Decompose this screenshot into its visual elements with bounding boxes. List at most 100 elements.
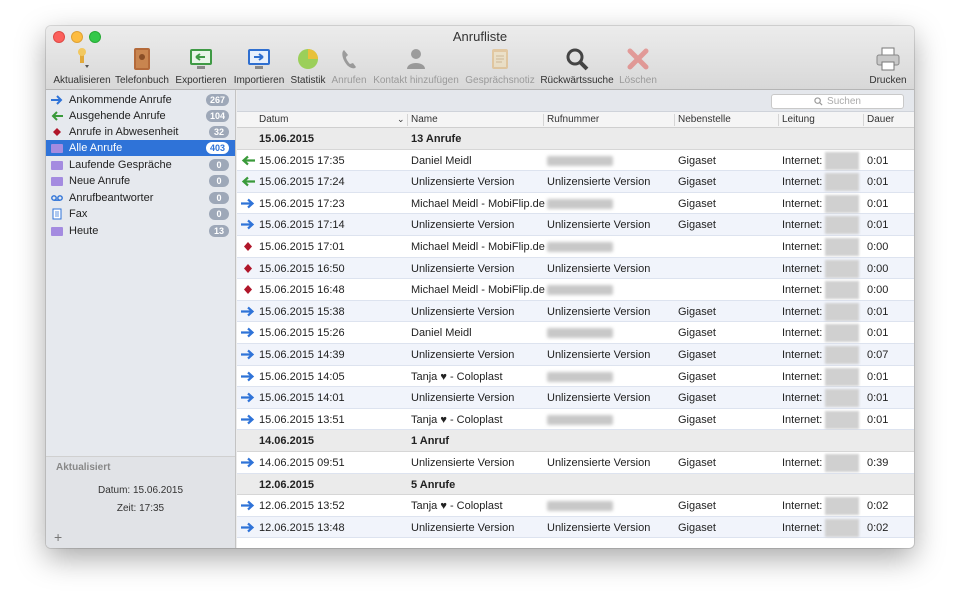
caller-name: Unlizensierte Version — [411, 392, 515, 405]
missed-diamond-icon — [241, 284, 255, 295]
column-divider[interactable] — [543, 114, 544, 126]
count-badge: 0 — [209, 208, 229, 220]
table-row[interactable]: 12.06.2015 13:48 Unlizensierte Version Unl… — [237, 516, 914, 539]
column-header-number[interactable]: Rufnummer — [547, 114, 599, 125]
incoming-arrow-icon — [241, 349, 255, 360]
call-date: 15.06.2015 14:01 — [259, 392, 345, 405]
table-row[interactable]: 14.06.2015 09:51 Unlizensierte Version Unl… — [237, 452, 914, 474]
column-divider[interactable] — [863, 114, 864, 126]
incoming-arrow-icon — [241, 457, 255, 468]
table-row[interactable]: 15.06.2015 16:50 Unlizensierte Version Unl… — [237, 257, 914, 280]
toolbar: Anrufliste Aktualisieren Telefonbuch Exp… — [46, 26, 914, 90]
incoming-arrow-icon — [241, 371, 255, 382]
column-header-line[interactable]: Leitung — [782, 114, 815, 125]
column-divider[interactable] — [674, 114, 675, 126]
call-button[interactable]: Anrufen — [330, 46, 368, 88]
table-row[interactable]: 15.06.2015 13:51 Tanja ♥ - Coloplast Gigas… — [237, 409, 914, 431]
column-divider[interactable] — [407, 114, 408, 126]
column-header-name[interactable]: Name — [411, 114, 438, 125]
column-header-duration[interactable]: Dauer — [867, 114, 894, 125]
sidebar: Ankommende Anrufe 267 Ausgehende Anrufe … — [46, 90, 236, 548]
table-row[interactable]: 15.06.2015 17:01 Michael Meidl - MobiFlip… — [237, 236, 914, 258]
add-button[interactable]: + — [54, 529, 62, 545]
folder-icon — [51, 142, 63, 154]
search-input[interactable]: Suchen — [771, 94, 904, 109]
duration: 0:00 — [867, 262, 889, 275]
table-row[interactable]: 15.06.2015 14:39 Unlizensierte Version Unl… — [237, 344, 914, 366]
caller-name: Unlizensierte Version — [411, 305, 515, 318]
caller-number: Unlizensierte Version — [547, 521, 651, 534]
redacted-line — [825, 194, 859, 213]
call-date: 15.06.2015 14:39 — [259, 349, 345, 361]
table-row[interactable]: 15.06.2015 17:24 Unlizensierte Version Unl… — [237, 171, 914, 193]
duration: 0:01 — [867, 413, 889, 426]
phonebook-button[interactable]: Telefonbuch — [115, 46, 169, 88]
incoming-arrow-icon — [241, 219, 255, 230]
table-row[interactable]: 15.06.2015 17:14 Unlizensierte Version Unl… — [237, 214, 914, 236]
call-date: 12.06.2015 13:48 — [259, 521, 345, 534]
refresh-button[interactable]: Aktualisieren — [53, 46, 111, 88]
table-row[interactable]: 15.06.2015 17:35 Daniel Meidl Gigaset Inter… — [237, 150, 914, 172]
import-button[interactable]: Importieren — [232, 46, 286, 88]
sidebar-item-incoming[interactable]: Ankommende Anrufe 267 — [46, 92, 235, 108]
search-bar: Suchen — [237, 90, 914, 112]
duration: 0:02 — [867, 500, 889, 513]
sidebar-item-all-calls[interactable]: Alle Anrufe 403 — [46, 140, 235, 156]
call-note-button[interactable]: Gesprächsnotiz — [464, 46, 536, 88]
caller-name: Tanja ♥ - Coloplast — [411, 500, 503, 513]
reverse-search-button[interactable]: Rückwärtssuche — [540, 46, 614, 88]
count-badge: 267 — [205, 94, 229, 106]
sidebar-item-answering-machine[interactable]: Anrufbeantworter 0 — [46, 190, 235, 206]
add-contact-button[interactable]: Kontakt hinzufügen — [372, 46, 460, 88]
caller-name: Michael Meidl - MobiFlip.de — [411, 241, 545, 253]
statistics-button[interactable]: Statistik — [288, 46, 328, 88]
sidebar-item-new-calls[interactable]: Neue Anrufe 0 — [46, 173, 235, 189]
caller-name: Unlizensierte Version — [411, 521, 515, 534]
sidebar-item-outgoing[interactable]: Ausgehende Anrufe 104 — [46, 108, 235, 124]
column-divider[interactable] — [778, 114, 779, 126]
table-row[interactable]: 15.06.2015 16:48 Michael Meidl - MobiFlip… — [237, 279, 914, 301]
missed-diamond-icon — [241, 241, 255, 252]
column-header-extension[interactable]: Nebenstelle — [678, 114, 731, 125]
line: Internet: — [782, 392, 823, 405]
sidebar-item-active-calls[interactable]: Laufende Gespräche 0 — [46, 157, 235, 173]
group-count: 1 Anruf — [411, 435, 450, 448]
column-header-date[interactable]: Datum — [259, 114, 288, 125]
date-group-row[interactable]: 14.06.2015 1 Anruf — [237, 430, 914, 452]
table-row[interactable]: 15.06.2015 14:01 Unlizensierte Version Unl… — [237, 387, 914, 409]
refresh-icon — [69, 46, 95, 72]
table-row[interactable]: 12.06.2015 13:52 Tanja ♥ - Coloplast Gigas… — [237, 495, 914, 517]
caller-name: Daniel Meidl — [411, 327, 472, 340]
delete-button[interactable]: Löschen — [618, 46, 658, 88]
redacted-line — [825, 389, 859, 408]
sidebar-item-today[interactable]: Heute 13 — [46, 223, 235, 239]
extension: Gigaset — [678, 305, 716, 318]
redacted-number — [547, 414, 613, 425]
incoming-arrow-icon — [241, 306, 255, 317]
duration: 0:01 — [867, 327, 889, 340]
redacted-number — [547, 371, 613, 382]
export-button[interactable]: Exportieren — [174, 46, 228, 88]
caller-number: Unlizensierte Version — [547, 262, 651, 275]
notepad-icon — [487, 46, 513, 72]
window-title: Anrufliste — [452, 29, 508, 44]
table-header: Datum ⌄ Name Rufnummer Nebenstelle Leitu… — [237, 112, 914, 128]
date-group-row[interactable]: 15.06.2015 13 Anrufe — [237, 128, 914, 150]
table-row[interactable]: 15.06.2015 17:23 Michael Meidl - MobiFlip… — [237, 193, 914, 215]
sidebar-item-missed[interactable]: Anrufe in Abwesenheit 32 — [46, 124, 235, 140]
group-date: 15.06.2015 — [259, 133, 315, 145]
incoming-arrow-icon — [51, 94, 63, 106]
table-row[interactable]: 15.06.2015 14:05 Tanja ♥ - Coloplast Gigas… — [237, 366, 914, 388]
print-button[interactable]: Drucken — [868, 46, 908, 88]
redacted-number — [547, 501, 613, 512]
sort-chevron-icon[interactable]: ⌄ — [397, 114, 405, 125]
sidebar-item-fax[interactable]: Fax 0 — [46, 206, 235, 222]
table-row[interactable]: 15.06.2015 15:38 Unlizensierte Version Unl… — [237, 300, 914, 323]
extension: Gigaset — [678, 154, 716, 167]
redacted-line — [825, 216, 859, 235]
redacted-line — [825, 518, 859, 537]
table-row[interactable]: 15.06.2015 15:26 Daniel Meidl Gigaset Inter… — [237, 322, 914, 344]
duration: 0:01 — [867, 370, 889, 383]
redacted-number — [547, 198, 613, 209]
date-group-row[interactable]: 12.06.2015 5 Anrufe — [237, 473, 914, 496]
